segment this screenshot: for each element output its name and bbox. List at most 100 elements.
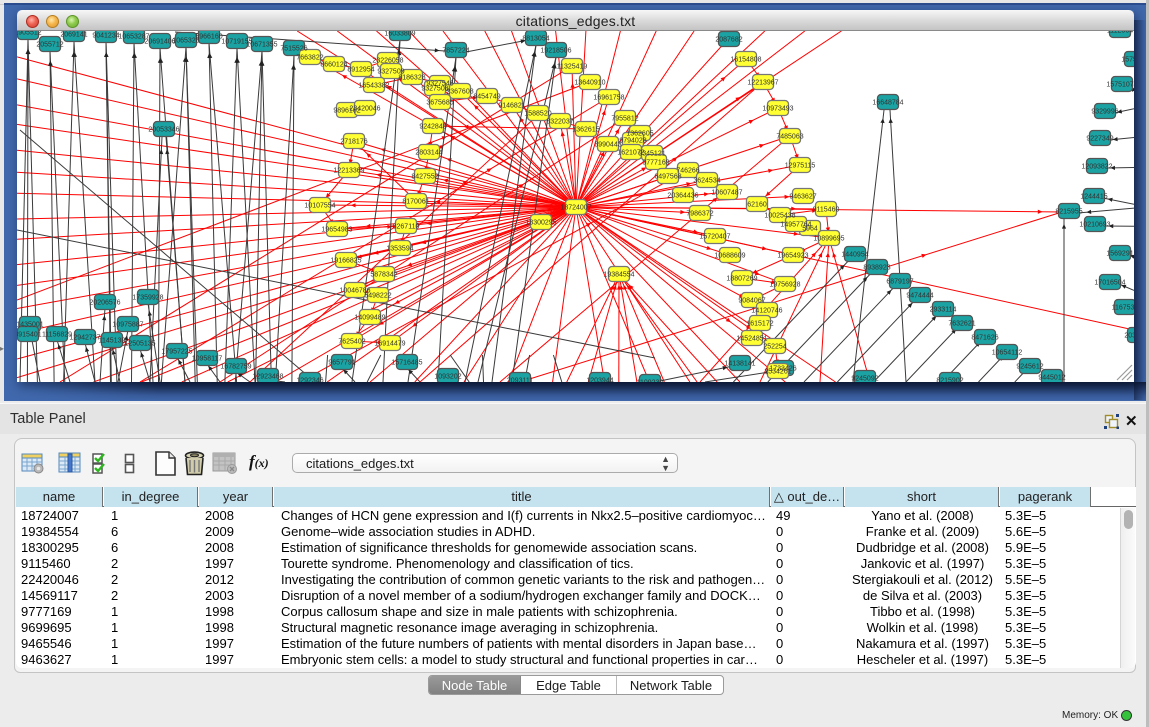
svg-text:8186328: 8186328	[398, 75, 425, 82]
svg-text:1353594: 1353594	[386, 246, 413, 253]
svg-text:9041234: 9041234	[92, 33, 119, 40]
svg-text:9245612: 9245612	[1016, 364, 1043, 371]
svg-text:10654112: 10654112	[992, 350, 1023, 357]
svg-text:8990443: 8990443	[594, 142, 621, 149]
svg-text:18300295: 18300295	[525, 220, 556, 227]
svg-text:12093822: 12093822	[1081, 164, 1112, 171]
svg-text:2803144: 2803144	[415, 150, 442, 157]
svg-text:5498222: 5498222	[364, 293, 391, 300]
svg-text:11156829: 11156829	[42, 332, 72, 339]
svg-text:8215955: 8215955	[1055, 209, 1082, 216]
svg-text:16154808: 16154808	[730, 57, 761, 64]
svg-text:1244415: 1244415	[1080, 194, 1107, 201]
svg-text:1093202: 1093202	[434, 374, 461, 381]
svg-text:8427552: 8427552	[411, 174, 438, 181]
svg-text:15751074: 15751074	[1106, 82, 1134, 89]
svg-text:9794028: 9794028	[619, 138, 646, 145]
svg-text:10671355: 10671355	[246, 42, 277, 49]
svg-text:10607487: 10607487	[711, 190, 742, 197]
svg-text:9115460: 9115460	[813, 207, 840, 214]
svg-text:23226058: 23226058	[372, 58, 403, 65]
svg-text:9329996: 9329996	[1091, 109, 1118, 116]
svg-text:1362605: 1362605	[626, 131, 653, 138]
svg-text:20364436: 20364436	[667, 193, 698, 200]
svg-text:18807269: 18807269	[726, 276, 757, 283]
svg-text:8938923: 8938923	[863, 265, 890, 272]
svg-text:19756928: 19756928	[769, 282, 800, 289]
svg-text:252254: 252254	[763, 344, 786, 351]
svg-text:19384554: 19384554	[603, 272, 634, 279]
svg-text:3624534: 3624534	[693, 178, 720, 185]
svg-text:19654923: 19654923	[777, 253, 808, 260]
svg-text:1362615: 1362615	[572, 127, 599, 134]
svg-text:1203944: 1203944	[586, 378, 613, 383]
svg-text:15720407: 15720407	[699, 234, 730, 241]
svg-text:8267110: 8267110	[393, 224, 420, 231]
svg-text:20206576: 20206576	[89, 300, 120, 307]
svg-text:20691406: 20691406	[144, 39, 175, 46]
svg-text:7625402: 7625402	[338, 339, 365, 346]
svg-text:9463627: 9463627	[789, 194, 816, 201]
svg-text:1575107: 1575107	[1121, 57, 1134, 64]
svg-text:9777169: 9777169	[642, 160, 669, 167]
svg-text:1435001: 1435001	[17, 322, 44, 329]
svg-text:17957225: 17957225	[161, 349, 192, 356]
svg-text:16782759: 16782759	[220, 364, 251, 371]
svg-text:8471626: 8471626	[971, 335, 998, 342]
svg-text:2367608: 2367608	[446, 89, 473, 96]
svg-text:1145139: 1145139	[99, 338, 126, 345]
svg-text:2933114: 2933114	[930, 307, 957, 314]
svg-text:23420046: 23420046	[349, 106, 380, 113]
svg-text:8322037: 8322037	[546, 119, 573, 126]
svg-text:9084067: 9084067	[738, 298, 765, 305]
svg-text:19166825: 19166825	[330, 258, 361, 265]
svg-text:7632621: 7632621	[948, 321, 975, 328]
svg-text:18724007: 18724007	[560, 205, 591, 212]
svg-text:20053346: 20053346	[148, 127, 179, 134]
svg-text:9657791: 9657791	[328, 360, 355, 367]
svg-text:10899695: 10899695	[813, 236, 844, 243]
svg-text:12213967: 12213967	[747, 80, 778, 87]
svg-text:16914479: 16914479	[374, 341, 405, 348]
svg-text:9146821: 9146821	[498, 103, 525, 110]
svg-text:7986372: 7986372	[686, 211, 713, 218]
svg-text:17359928: 17359928	[132, 295, 163, 302]
svg-text:9245092: 9245092	[851, 376, 878, 383]
svg-text:12975115: 12975115	[785, 163, 816, 170]
svg-text:2093111: 2093111	[507, 378, 533, 383]
svg-text:1167534: 1167534	[1112, 305, 1134, 312]
svg-text:19218506: 19218506	[540, 48, 571, 55]
svg-text:10973493: 10973493	[762, 106, 793, 113]
svg-text:9445012: 9445012	[1038, 375, 1065, 382]
svg-text:12213369: 12213369	[333, 168, 364, 175]
svg-text:11325419: 11325419	[557, 64, 588, 71]
svg-text:7955812: 7955812	[611, 116, 638, 123]
svg-text:9474444: 9474444	[906, 293, 933, 300]
svg-text:10975887: 10975887	[112, 322, 143, 329]
svg-text:13640910: 13640910	[574, 80, 605, 87]
svg-text:16648784: 16648784	[872, 100, 903, 107]
svg-text:2069141: 2069141	[60, 32, 87, 39]
svg-text:2718176: 2718176	[340, 139, 367, 146]
svg-text:1440954: 1440954	[841, 252, 868, 259]
svg-text:14099489: 14099489	[354, 315, 385, 322]
svg-text:10107554: 10107554	[304, 203, 335, 210]
svg-text:14138141: 14138141	[724, 361, 755, 368]
svg-text:10210693: 10210693	[1079, 222, 1110, 229]
svg-text:12942737: 12942737	[69, 335, 100, 342]
svg-text:16961758: 16961758	[593, 95, 624, 102]
svg-text:6879197: 6879197	[886, 279, 913, 286]
svg-text:7485063: 7485063	[776, 134, 803, 141]
svg-text:1615172: 1615172	[746, 321, 773, 328]
svg-text:8170061: 8170061	[402, 199, 429, 206]
svg-text:6497568: 6497568	[654, 174, 681, 181]
svg-text:10958117: 10958117	[192, 356, 223, 363]
svg-text:19654983: 19654983	[321, 227, 352, 234]
svg-text:3675685: 3675685	[426, 100, 453, 107]
svg-text:14120746: 14120746	[751, 308, 782, 315]
svg-text:1112504: 1112504	[1107, 31, 1133, 35]
svg-text:7515526: 7515526	[280, 46, 307, 53]
svg-text:2039984: 2039984	[1124, 333, 1134, 340]
svg-text:1292346: 1292346	[296, 378, 323, 383]
svg-text:14524851: 14524851	[736, 336, 767, 343]
